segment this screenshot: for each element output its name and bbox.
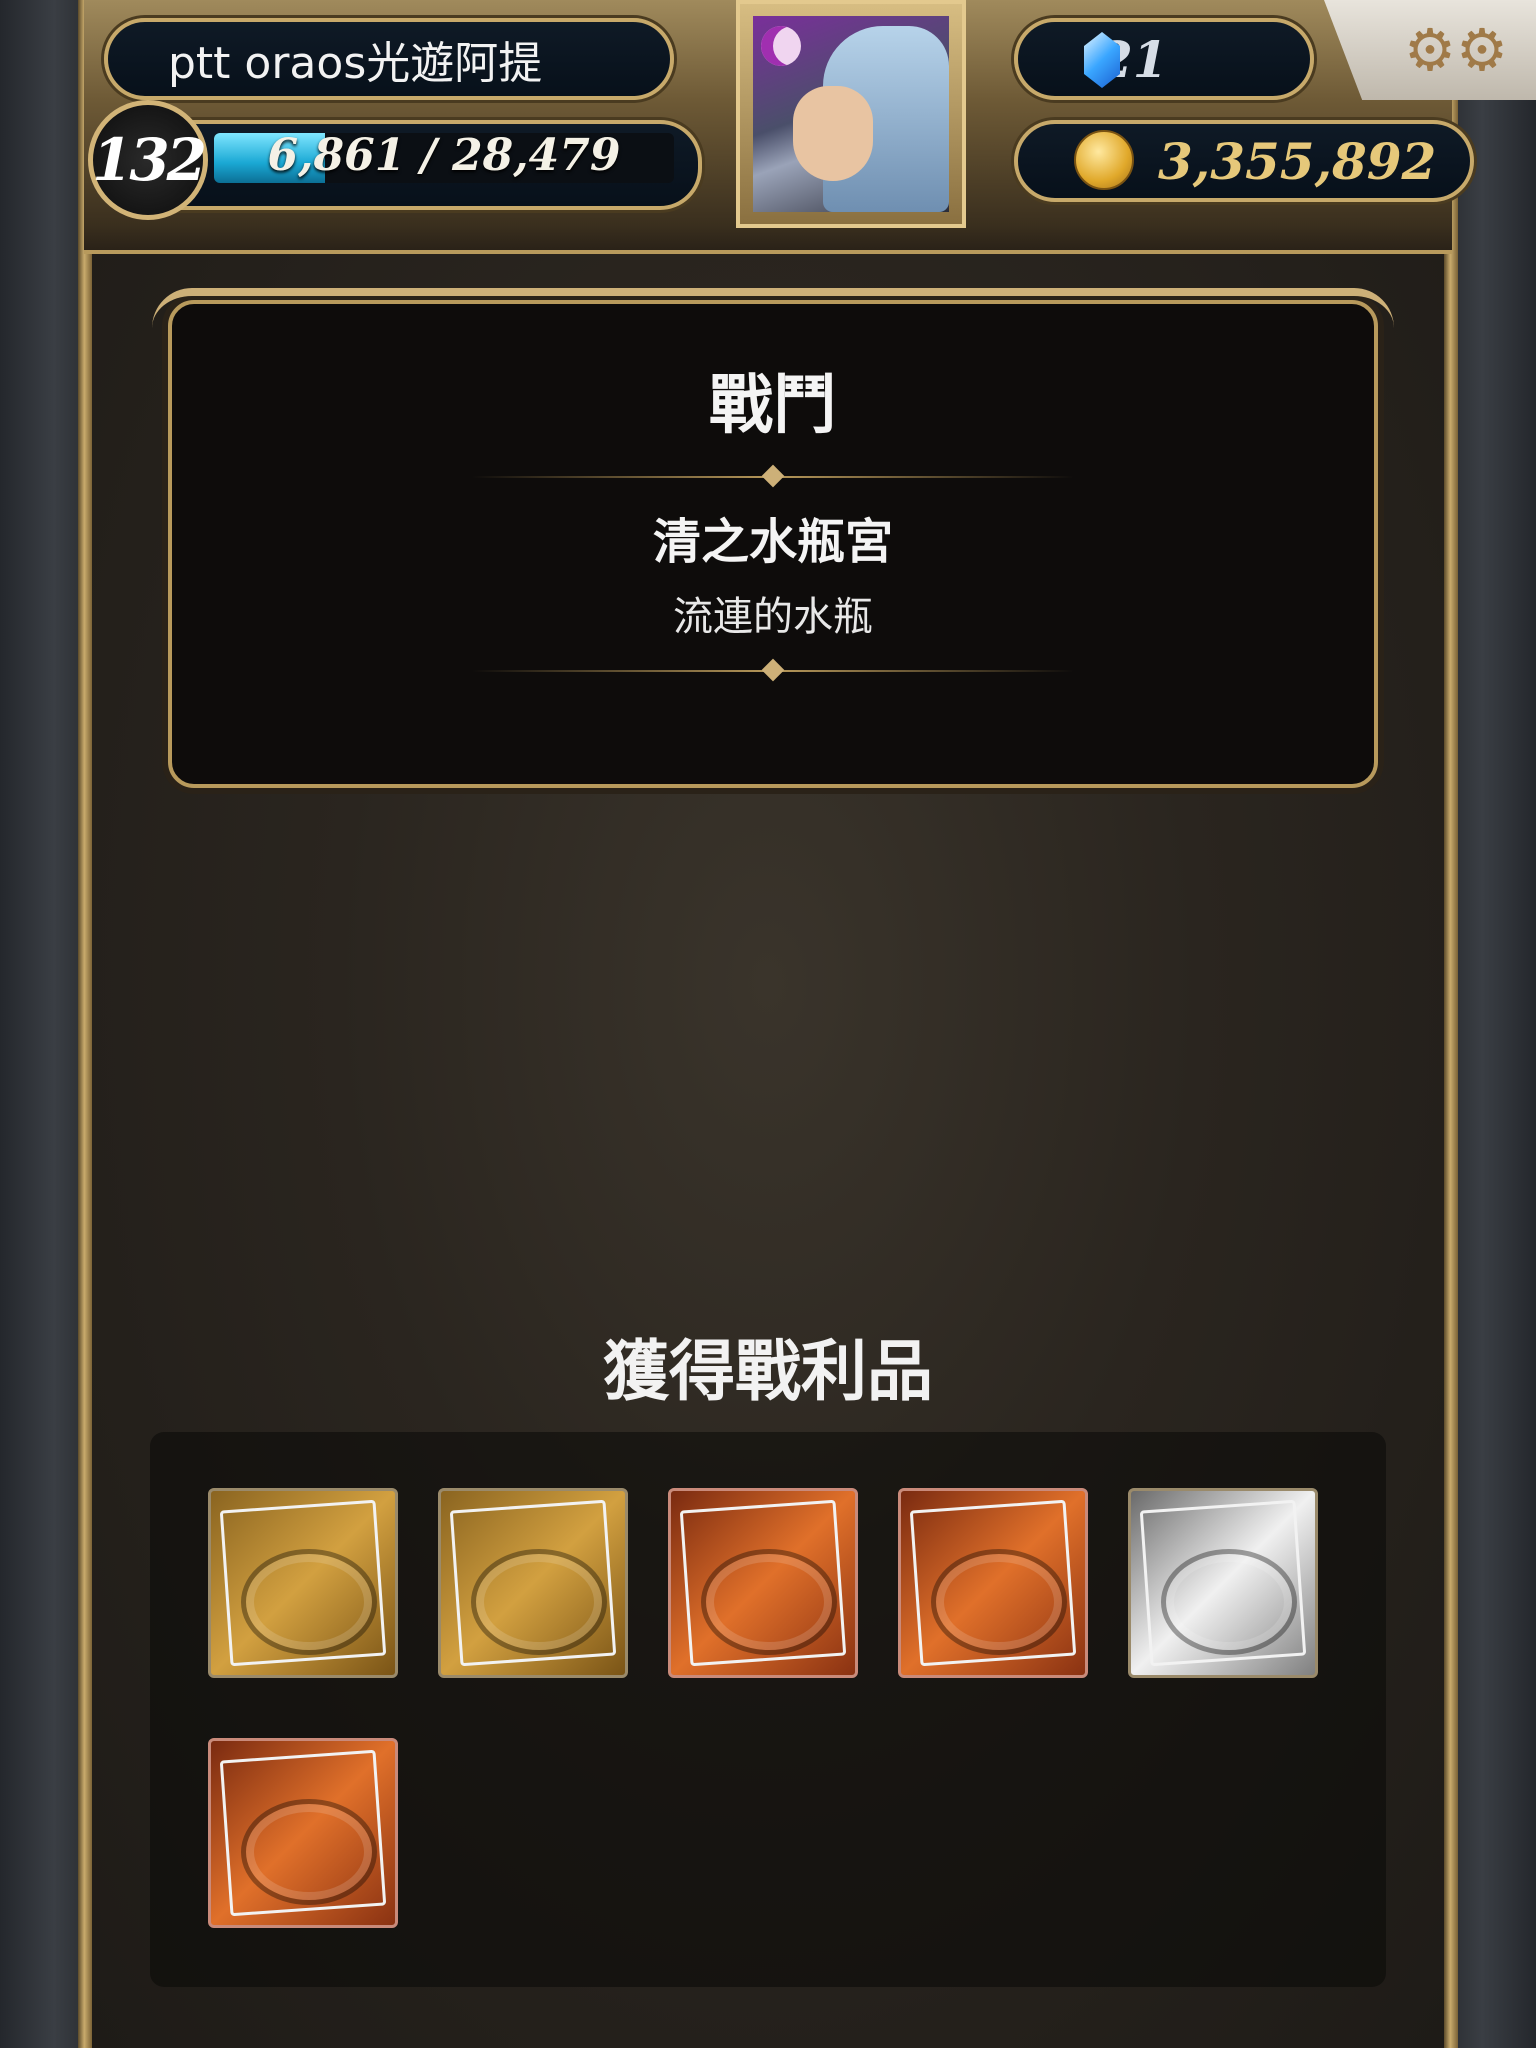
stage-name: 清之水瓶宮 [652,514,893,570]
right-backdrop [1446,0,1536,2048]
battle-info-panel: 戰鬥 清之水瓶宮 流連的水瓶 [152,288,1394,788]
leader-avatar-frame[interactable] [736,0,966,228]
emblem-icon [471,1549,607,1655]
loot-item-red-card[interactable] [898,1488,1088,1678]
right-frame-rail [1444,0,1458,2048]
crescent-moon-icon [761,26,801,66]
loot-item-red-card[interactable] [668,1488,858,1678]
left-frame-rail [78,0,92,2048]
emblem-icon [241,1549,377,1655]
divider-bottom [472,658,1074,682]
leader-avatar [753,16,949,212]
settings-button[interactable]: ⚙⚙ [1324,0,1536,100]
battle-title: 戰鬥 [709,369,837,443]
gem-counter[interactable]: 21 [1014,18,1314,100]
gear-icon: ⚙⚙ [1404,16,1508,84]
loot-title: 獲得戰利品 [603,1333,933,1410]
player-level-badge: 132 [88,100,208,220]
divider-top [472,464,1074,488]
loot-grid [150,1432,1386,1987]
left-backdrop [0,0,90,2048]
loot-item-red-card[interactable] [208,1738,398,1928]
coin-icon [1074,130,1134,190]
emblem-icon [931,1549,1067,1655]
emblem-icon [241,1799,377,1905]
status-header: ptt oraos光遊阿提 6,861 / 28,479 132 21 3,35… [84,0,1536,254]
loot-item-gold-card[interactable] [438,1488,628,1678]
loot-item-gold-card[interactable] [208,1488,398,1678]
panel-ornament [152,288,1394,336]
experience-text: 6,861 / 28,479 [267,130,621,181]
stage-subtitle: 流連的水瓶 [673,594,873,640]
emblem-icon [701,1549,837,1655]
loot-item-silver-card[interactable] [1128,1488,1318,1678]
emblem-icon [1161,1549,1297,1655]
player-name: ptt oraos光遊阿提 [168,38,543,89]
player-name-plate[interactable]: ptt oraos光遊阿提 [104,18,674,100]
gold-count: 3,355,892 [1158,131,1437,191]
